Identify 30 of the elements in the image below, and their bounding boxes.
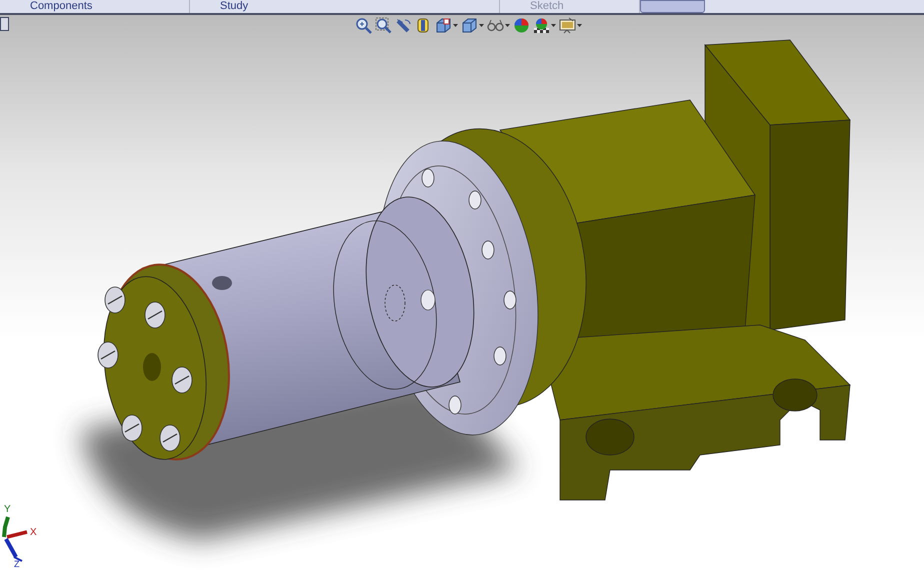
hide-show-button[interactable] (487, 17, 510, 34)
scene-button[interactable] (533, 17, 556, 34)
zoom-fit-button[interactable] (355, 17, 372, 34)
color-ball-icon (513, 17, 530, 34)
appearance-button[interactable] (513, 17, 530, 34)
cube-icon (435, 17, 452, 34)
caret-icon (453, 24, 458, 27)
caret-icon (505, 24, 510, 27)
tab[interactable] (640, 0, 705, 13)
tab[interactable]: Components (0, 0, 190, 13)
monitor-icon (559, 17, 576, 34)
arrow-icon (395, 17, 412, 34)
axis-label: Y (4, 505, 11, 515)
caret-icon (551, 24, 556, 27)
zoom-area-button[interactable] (375, 17, 392, 34)
display-style-button[interactable] (461, 17, 484, 34)
magnifier-icon (375, 17, 392, 34)
scene-icon (533, 17, 550, 34)
axis-label: X (30, 528, 37, 538)
tab[interactable]: Study (190, 0, 500, 13)
caret-icon (479, 24, 484, 27)
previous-view-button[interactable] (395, 17, 412, 34)
view-settings-button[interactable] (559, 17, 582, 34)
orientation-button[interactable] (435, 17, 458, 34)
caret-icon (577, 24, 582, 27)
cube-icon (461, 17, 478, 34)
axis-label: Z (14, 560, 20, 569)
panel-handle[interactable] (0, 17, 9, 31)
magnifier-icon (355, 17, 372, 34)
glasses-icon (487, 17, 504, 34)
